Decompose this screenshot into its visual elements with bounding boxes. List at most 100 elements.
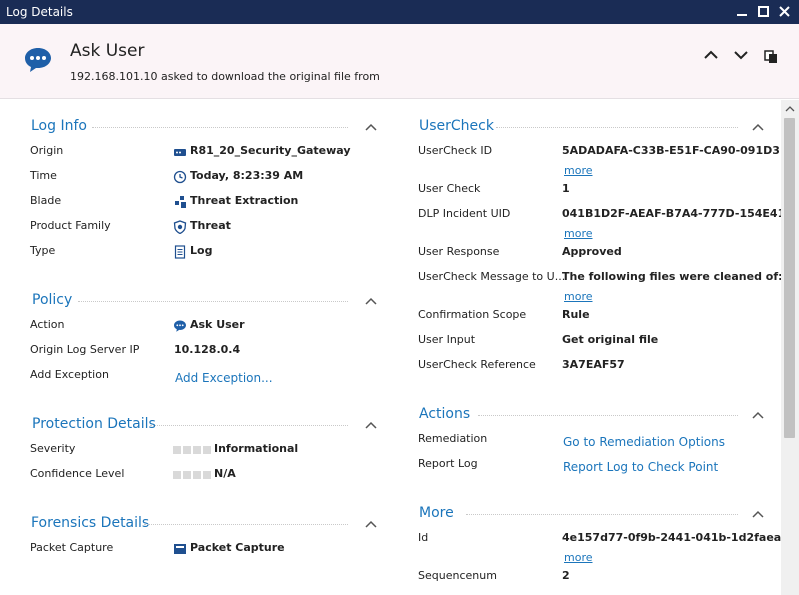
section-title-log-info: Log Info	[31, 118, 87, 134]
section-divider	[496, 127, 738, 128]
field-label-remediation: Remediation	[418, 432, 488, 445]
field-label-time: Time	[30, 169, 57, 182]
close-icon	[778, 6, 790, 17]
log-action-title: Ask User	[70, 41, 145, 61]
field-label-usercheck-message: UserCheck Message to U...	[418, 270, 566, 283]
minimize-button[interactable]	[732, 3, 752, 21]
log-header: Ask User 192.168.101.10 asked to downloa…	[0, 24, 799, 99]
add-exception-link[interactable]: Add Exception...	[175, 371, 273, 385]
section-divider	[466, 514, 738, 515]
field-label-confidence-level: Confidence Level	[30, 467, 125, 480]
chevron-down-icon	[734, 51, 748, 60]
collapse-policy-icon[interactable]	[364, 296, 378, 306]
field-label-user-check: User Check	[418, 182, 481, 195]
field-label-usercheck-reference: UserCheck Reference	[418, 358, 536, 371]
field-value-origin: R81_20_Security_Gateway	[190, 144, 351, 157]
field-value-dlp-incident-uid: 041B1D2F-AEAF-B7A4-777D-154E412...	[562, 207, 781, 220]
field-value-product-family: Threat	[190, 219, 231, 232]
document-icon	[174, 245, 186, 259]
confidence-level-bar	[173, 471, 211, 479]
section-title-policy: Policy	[32, 292, 73, 308]
log-details-content: Log Info Origin R81_20_Security_Gateway …	[0, 100, 781, 595]
field-value-sequencenum: 2	[562, 569, 570, 582]
minimize-icon	[737, 14, 747, 16]
report-log-link[interactable]: Report Log to Check Point	[563, 460, 718, 474]
field-value-usercheck-reference: 3A7EAF57	[562, 358, 625, 371]
field-value-confirmation-scope: Rule	[562, 308, 590, 321]
window-title-bar: Log Details	[0, 0, 799, 24]
field-value-user-check: 1	[562, 182, 570, 195]
field-value-user-response: Approved	[562, 245, 622, 258]
field-label-confirmation-scope: Confirmation Scope	[418, 308, 527, 321]
scroll-up-arrow-icon[interactable]	[781, 102, 799, 116]
field-label-product-family: Product Family	[30, 219, 111, 232]
field-value-confidence-level: N/A	[214, 467, 236, 480]
field-label-report-log: Report Log	[418, 457, 478, 470]
window-title: Log Details	[6, 5, 73, 19]
field-value-id: 4e157d77-0f9b-2441-041b-1d2faeafb...	[562, 531, 781, 544]
section-title-protection-details: Protection Details	[32, 416, 156, 432]
field-value-user-input: Get original file	[562, 333, 659, 346]
gateway-icon	[174, 149, 186, 156]
field-label-id: Id	[418, 531, 429, 544]
field-value-usercheck-id: 5ADADAFA-C33B-E51F-CA90-091D3...	[562, 144, 781, 157]
threat-extraction-icon	[175, 196, 186, 208]
shield-icon	[173, 220, 187, 234]
field-label-sequencenum: Sequencenum	[418, 569, 497, 582]
previous-log-button[interactable]	[700, 46, 722, 68]
copy-button[interactable]	[760, 46, 782, 68]
collapse-log-info-icon[interactable]	[364, 122, 378, 132]
packet-capture-icon[interactable]	[173, 542, 187, 556]
vertical-scrollbar[interactable]	[781, 100, 799, 595]
collapse-usercheck-icon[interactable]	[751, 122, 765, 132]
field-label-usercheck-id: UserCheck ID	[418, 144, 493, 157]
section-title-usercheck: UserCheck	[419, 118, 494, 134]
section-divider	[150, 425, 348, 426]
section-title-more: More	[419, 505, 454, 521]
field-label-blade: Blade	[30, 194, 62, 207]
packet-capture-link[interactable]: Packet Capture	[190, 541, 285, 554]
section-title-actions: Actions	[419, 406, 471, 422]
field-label-severity: Severity	[30, 442, 76, 455]
field-label-packet-capture: Packet Capture	[30, 541, 114, 554]
section-divider	[92, 127, 348, 128]
collapse-actions-icon[interactable]	[751, 410, 765, 420]
chevron-up-icon	[704, 50, 718, 59]
chat-bubble-icon	[174, 320, 186, 332]
field-value-severity: Informational	[214, 442, 299, 455]
field-label-dlp-incident-uid: DLP Incident UID	[418, 207, 511, 220]
scrollbar-thumb[interactable]	[784, 118, 795, 438]
field-value-usercheck-message: The following files were cleaned of:{...	[562, 270, 781, 283]
field-label-type: Type	[30, 244, 56, 257]
chat-bubble-icon	[25, 48, 51, 72]
severity-level-bar	[173, 446, 211, 454]
id-more-link[interactable]: more	[564, 551, 593, 564]
section-divider	[144, 524, 348, 525]
field-label-action: Action	[30, 318, 65, 331]
field-label-user-input: User Input	[418, 333, 476, 346]
field-value-origin-log-server-ip: 10.128.0.4	[174, 343, 241, 356]
section-divider	[78, 301, 348, 302]
field-value-blade: Threat Extraction	[190, 194, 299, 207]
field-value-time: Today, 8:23:39 AM	[190, 169, 304, 182]
collapse-protection-details-icon[interactable]	[364, 420, 378, 430]
log-description: 192.168.101.10 asked to download the ori…	[70, 70, 380, 83]
collapse-forensics-details-icon[interactable]	[364, 519, 378, 529]
section-divider	[478, 415, 738, 416]
maximize-button[interactable]	[753, 3, 773, 21]
field-label-origin: Origin	[30, 144, 64, 157]
copy-icon	[764, 50, 777, 63]
field-label-add-exception: Add Exception	[30, 368, 109, 381]
usercheck-id-more-link[interactable]: more	[564, 164, 593, 177]
field-label-user-response: User Response	[418, 245, 500, 258]
dlp-incident-uid-more-link[interactable]: more	[564, 227, 593, 240]
next-log-button[interactable]	[730, 46, 752, 68]
clock-icon	[173, 170, 187, 184]
field-label-origin-log-server-ip: Origin Log Server IP	[30, 343, 140, 356]
field-value-type: Log	[190, 244, 213, 257]
collapse-more-icon[interactable]	[751, 509, 765, 519]
close-button[interactable]	[774, 3, 794, 21]
remediation-options-link[interactable]: Go to Remediation Options	[563, 435, 725, 449]
field-value-action: Ask User	[190, 318, 245, 331]
usercheck-message-more-link[interactable]: more	[564, 290, 593, 303]
